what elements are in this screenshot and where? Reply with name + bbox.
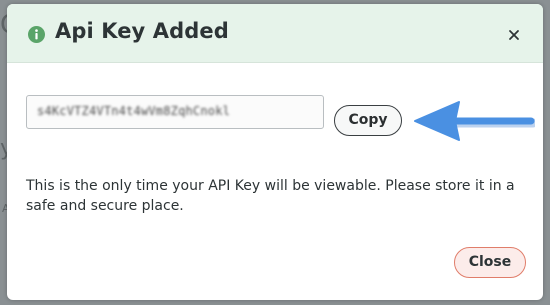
close-icon[interactable] <box>504 25 524 45</box>
dialog-header: Api Key Added <box>7 4 543 63</box>
arrow-left-icon <box>414 101 535 141</box>
api-key-field[interactable]: s4KcVTZ4VTn4t4wVm8ZqhCnokl <box>26 95 324 129</box>
copy-button[interactable]: Copy <box>334 105 402 136</box>
close-button[interactable]: Close <box>454 247 526 278</box>
api-key-value: s4KcVTZ4VTn4t4wVm8ZqhCnokl <box>37 104 231 118</box>
info-icon <box>28 26 45 43</box>
dialog-title: Api Key Added <box>55 19 229 43</box>
warning-message: This is the only time your API Key will … <box>26 178 515 214</box>
api-key-dialog: Api Key Added s4KcVTZ4VTn4t4wVm8ZqhCnokl… <box>7 4 543 300</box>
